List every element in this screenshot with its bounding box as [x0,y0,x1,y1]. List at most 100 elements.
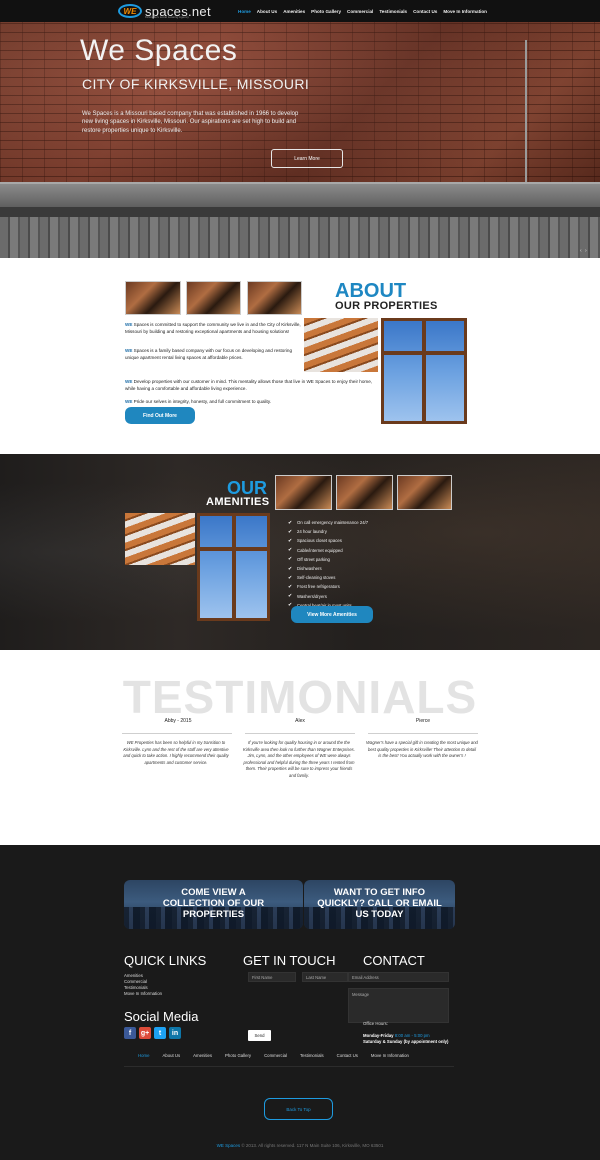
google-plus-icon[interactable]: g+ [139,1027,151,1039]
nav-testimonials[interactable]: Testimonials [379,9,407,14]
view-properties-cta[interactable]: COME VIEW A COLLECTION OF OUR PROPERTIES [124,880,303,929]
about-photo-2[interactable] [186,281,241,315]
nav-commercial[interactable]: Commercial [347,9,373,14]
testimonial-divider-3 [368,733,478,734]
testimonial-name-2: Alex [295,718,305,724]
hero-text: We Spaces is a Missouri based company th… [82,111,299,134]
hero-title: We Spaces [80,34,238,67]
testimonial-text-1: WE Properties has been so helpful in my … [123,740,229,765]
list-item: ✔ Off street parking [288,556,330,563]
hero-section: We Spaces CITY OF KIRKSVILLE, MISSOURI W… [0,0,600,258]
view-more-amenities-button[interactable]: View More Amenities [291,606,373,623]
nav-home[interactable]: Home [238,9,251,14]
office-hours-label: Office Hours: [363,1021,388,1026]
footer-nav-amenities[interactable]: Amenities [193,1053,212,1058]
amenities-photo-3[interactable] [397,475,452,510]
social-media-heading: Social Media [124,1009,199,1024]
page: We Spaces CITY OF KIRKSVILLE, MISSOURI W… [0,0,600,1160]
check-icon: ✔ [288,574,293,581]
weekend-hours: Saturday & Sunday (by appointment only) [363,1039,449,1044]
contact-cta[interactable]: WANT TO GET INFO QUICKLY? CALL OR EMAIL … [304,880,455,929]
cobblestone-street [0,217,600,258]
nav-links: Home About Us Amenities Photo Gallery Co… [238,0,487,22]
amenities-title: AMENITIES [206,496,270,508]
linkedin-icon[interactable]: in [169,1027,181,1039]
check-icon: ✔ [288,528,293,535]
footer-divider [124,1066,454,1067]
logo[interactable]: WE spaces.net Kirksville's Local Leasing… [118,2,211,20]
testimonial-text-3: Wagner's have a special gift in creating… [366,740,478,758]
logo-tagline: Kirksville's Local Leasing Agency [145,15,189,19]
list-item: ✔ Dishwashers [288,565,322,572]
testimonial-divider-2 [245,733,355,734]
footer-nav-testimonials[interactable]: Testimonials [300,1053,324,1058]
about-paragraph-2: WE Spaces is a family based company with… [125,348,293,361]
about-photo-3[interactable] [247,281,302,315]
facebook-icon[interactable]: f [124,1027,136,1039]
curb [0,207,600,217]
slider-arrows-icon[interactable]: ‹ › [580,248,588,254]
footer-nav-home[interactable]: Home [138,1053,149,1058]
last-name-field[interactable]: Last Name [302,972,348,982]
message-field[interactable]: Message [348,988,449,1023]
check-icon: ✔ [288,583,293,590]
testimonials-heading: TESTIMONIALS [122,671,478,723]
list-item: ✔ Frost free refrigerators [288,583,340,590]
first-name-field[interactable]: First Name [248,972,296,982]
window-photo [381,318,467,424]
twitter-icon[interactable]: t [154,1027,166,1039]
footer-nav-commercial[interactable]: Commercial [264,1053,287,1058]
footer-nav: Home About Us Amenities Photo Gallery Co… [138,1053,409,1058]
drain-pipe [525,40,527,185]
about-photo-1[interactable] [125,281,181,315]
email-field[interactable]: Email Address [348,972,449,982]
nav-move-in-information[interactable]: Move In Information [443,9,487,14]
logo-we-icon: WE [118,4,142,18]
sidewalk [0,182,600,210]
list-item: ✔ Spacious closet spaces [288,537,342,544]
testimonial-name-1: Abby - 2015 [164,718,192,724]
testimonial-divider-1 [122,733,232,734]
about-paragraph-1: WE Spaces is committed to support the co… [125,322,301,335]
send-button[interactable]: Send [248,1030,271,1041]
quick-links-heading: QUICK LINKS [124,953,207,968]
check-icon: ✔ [288,565,293,572]
quick-link-testimonials[interactable]: Testimonials [124,985,148,990]
back-to-top-button[interactable]: Back To Top [264,1098,333,1120]
contact-heading: CONTACT [363,953,425,968]
amenities-stairs-photo [125,513,195,565]
copyright: WE Spaces © 2013. All rights reserved. 1… [216,1143,384,1148]
check-icon: ✔ [288,556,293,563]
stairs-photo [304,318,378,372]
amenities-list: ✔ On call emergency maintenance 24/7 ✔ 24 … [288,518,368,610]
list-item: ✔ On call emergency maintenance 24/7 [288,519,369,526]
quick-link-move-in[interactable]: Move In Information [124,991,162,996]
quick-link-commercial[interactable]: Commercial [124,979,147,984]
check-icon: ✔ [288,519,293,526]
check-icon: ✔ [288,537,293,544]
cta-label: WANT TO GET INFO QUICKLY? CALL OR EMAIL … [317,887,442,920]
footer-nav-about-us[interactable]: About Us [162,1053,180,1058]
top-nav: WE spaces.net Kirksville's Local Leasing… [0,0,600,22]
nav-contact-us[interactable]: Contact Us [413,9,437,14]
learn-more-button[interactable]: Learn More [271,149,343,168]
get-in-touch-heading: GET IN TOUCH [243,953,336,968]
list-item: ✔ Cable/internet equipped [288,547,343,554]
testimonial-name-3: Pierce [415,718,431,724]
nav-about-us[interactable]: About Us [257,9,277,14]
quick-link-amenities[interactable]: Amenities [124,973,143,978]
nav-amenities[interactable]: Amenities [283,9,305,14]
about-paragraph-3: WE Develop properties with our customer … [125,379,373,392]
weekday-hours: Monday-Friday 8:00 am - 5:00 pm [363,1033,430,1038]
list-item: ✔ Self-cleaning stoves [288,574,336,581]
list-item: ✔ 24 hour laundry [288,528,327,535]
hero-subtitle: CITY OF KIRKSVILLE, MISSOURI [82,76,310,92]
amenities-photo-2[interactable] [336,475,393,510]
footer-nav-photo-gallery[interactable]: Photo Gallery [225,1053,251,1058]
footer-nav-contact-us[interactable]: Contact Us [337,1053,358,1058]
amenities-photo-1[interactable] [275,475,332,510]
footer-nav-move-in-information[interactable]: Move In Information [371,1053,409,1058]
testimonial-text-2: If you're looking for quality housing in… [243,740,355,778]
nav-photo-gallery[interactable]: Photo Gallery [311,9,341,14]
find-out-more-button[interactable]: Find Out More [125,407,195,424]
